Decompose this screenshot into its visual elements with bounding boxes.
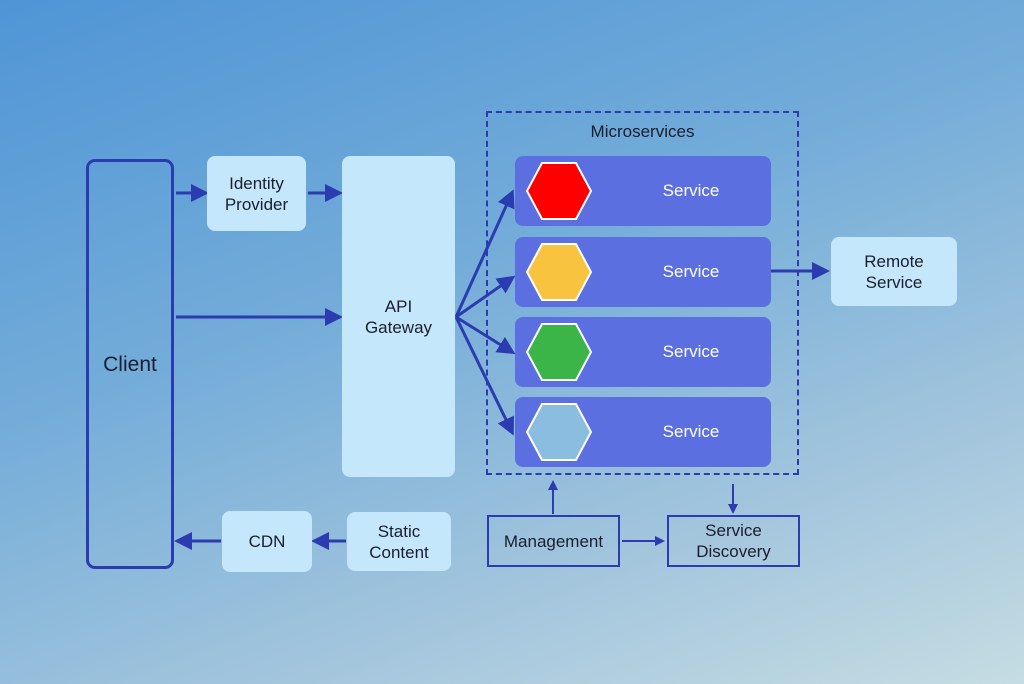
hexagon-icon xyxy=(525,323,593,381)
remote-service-box: Remote Service xyxy=(831,237,957,306)
service-box-4: Service xyxy=(515,397,771,467)
microservices-title: Microservices xyxy=(590,122,695,141)
api-gateway-label: API Gateway xyxy=(364,296,433,337)
service-discovery-box: Service Discovery xyxy=(667,515,800,567)
identity-provider-label: Identity Provider xyxy=(224,173,289,214)
remote-service-label: Remote Service xyxy=(864,251,924,292)
service-box-3: Service xyxy=(515,317,771,387)
api-gateway-box: API Gateway xyxy=(342,156,455,477)
management-box: Management xyxy=(487,515,620,567)
hexagon-icon xyxy=(525,403,593,461)
service-label: Service xyxy=(662,422,720,441)
service-label: Service xyxy=(662,262,720,281)
service-discovery-label: Service Discovery xyxy=(696,521,771,561)
client-box: Client xyxy=(86,159,174,569)
cdn-label: CDN xyxy=(248,532,286,551)
service-box-2: Service xyxy=(515,237,771,307)
service-label: Service xyxy=(662,181,720,200)
cdn-box: CDN xyxy=(222,511,312,572)
static-content-box: Static Content xyxy=(347,512,451,571)
identity-provider-box: Identity Provider xyxy=(207,156,306,231)
hexagon-icon xyxy=(525,162,593,220)
service-box-1: Service xyxy=(515,156,771,226)
management-label: Management xyxy=(503,531,604,551)
service-label: Service xyxy=(662,342,720,361)
static-content-label: Static Content xyxy=(369,521,429,562)
hexagon-icon xyxy=(525,243,593,301)
client-label: Client xyxy=(103,352,157,376)
